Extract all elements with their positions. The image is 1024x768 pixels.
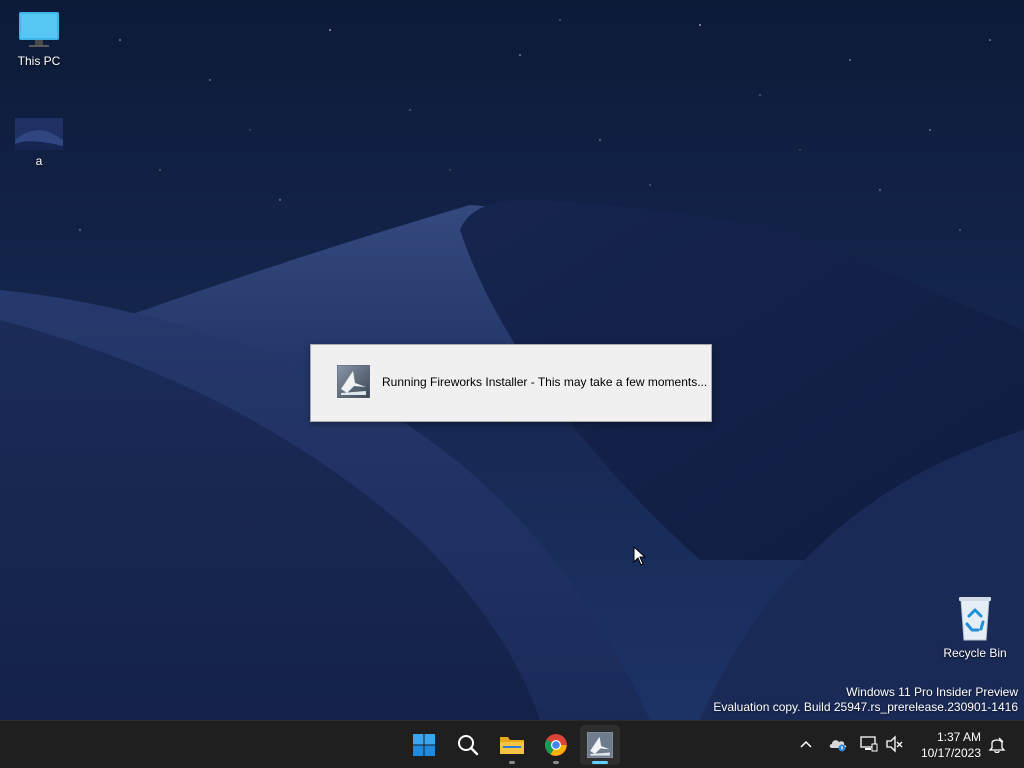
notification-icon: [988, 737, 1006, 753]
chevron-up-icon: [800, 740, 812, 748]
running-indicator: [553, 761, 559, 764]
image-thumbnail-icon: [15, 118, 63, 150]
evaluation-watermark: Windows 11 Pro Insider Preview Evaluatio…: [713, 685, 1018, 715]
desktop[interactable]: This PC a Recycle Bin Running Fireworks …: [0, 0, 1024, 720]
chrome-icon: [545, 734, 567, 756]
watermark-edition: Windows 11 Pro Insider Preview: [846, 685, 1018, 699]
file-explorer-button[interactable]: [492, 725, 532, 765]
file-explorer-icon: [500, 737, 524, 754]
desktop-icon-label: a: [35, 154, 43, 168]
desktop-icon-a[interactable]: a: [1, 118, 77, 168]
clock-date: 10/17/2023: [920, 746, 981, 760]
onedrive-icon: [829, 740, 847, 752]
chrome-button[interactable]: [536, 725, 576, 765]
mouse-cursor-icon: [633, 546, 647, 566]
taskbar: 1:37 AM 10/17/2023: [0, 720, 1024, 768]
desktop-icon-label: Recycle Bin: [943, 646, 1007, 660]
clock-time: 1:37 AM: [936, 730, 981, 744]
active-indicator: [592, 761, 608, 764]
fireworks-icon: [337, 365, 370, 398]
onedrive-button[interactable]: [827, 733, 849, 755]
windows-start-icon: [413, 734, 435, 756]
desktop-icon-recycle-bin[interactable]: Recycle Bin: [937, 594, 1013, 660]
search-icon: [458, 735, 479, 756]
recycle-bin-icon: [959, 597, 991, 641]
watermark-build: Evaluation copy. Build 25947.rs_prerelea…: [713, 700, 1018, 714]
running-indicator: [509, 761, 515, 764]
network-icon: [860, 736, 878, 752]
monitor-icon: [19, 12, 59, 47]
volume-button[interactable]: [884, 733, 906, 755]
desktop-icon-label: This PC: [17, 54, 61, 68]
fireworks-button[interactable]: [580, 725, 620, 765]
installer-dialog[interactable]: Running Fireworks Installer - This may t…: [310, 344, 712, 422]
fireworks-icon: [587, 732, 613, 758]
notification-center-button[interactable]: [986, 733, 1008, 755]
network-button[interactable]: [858, 733, 880, 755]
start-button[interactable]: [404, 725, 444, 765]
system-clock[interactable]: 1:37 AM 10/17/2023: [921, 729, 981, 761]
desktop-icon-this-pc[interactable]: This PC: [1, 10, 77, 68]
search-button[interactable]: [448, 725, 488, 765]
installer-message: Running Fireworks Installer - This may t…: [382, 375, 708, 389]
volume-muted-icon: [886, 735, 903, 753]
show-hidden-icons-button[interactable]: [795, 733, 817, 755]
